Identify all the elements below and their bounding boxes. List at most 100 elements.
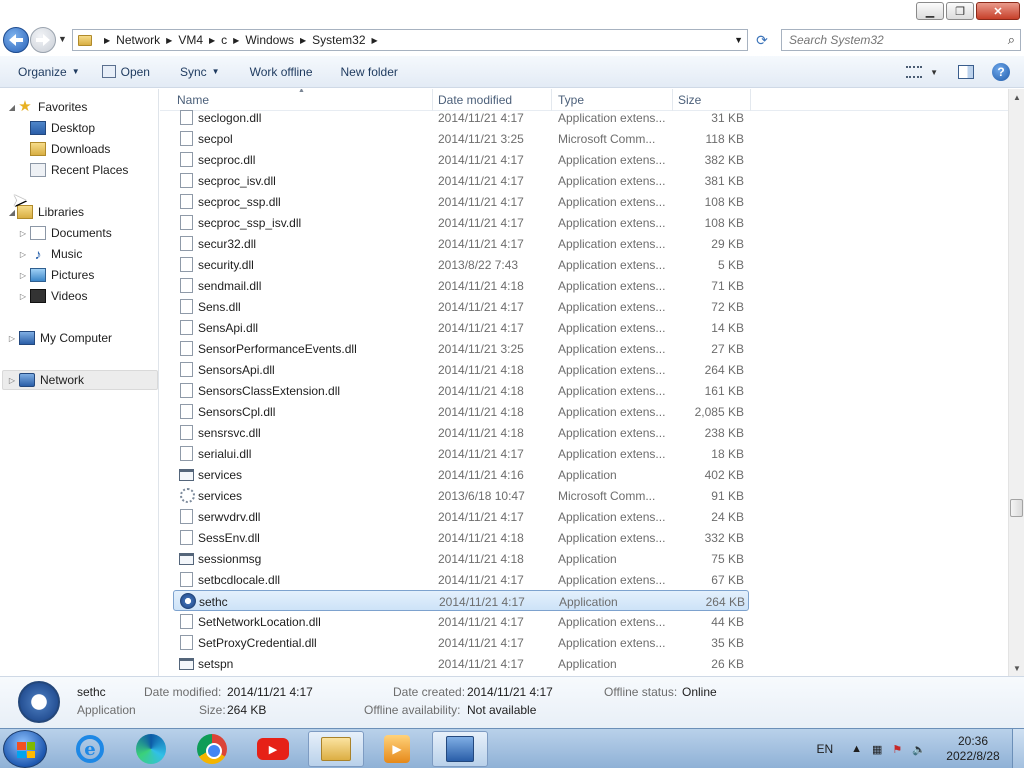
table-row[interactable]: SetNetworkLocation.dll 2014/11/21 4:17 App…: [173, 611, 749, 632]
start-button[interactable]: [3, 730, 47, 768]
table-row[interactable]: services 2013/6/18 10:47 Microsoft Comm...…: [173, 485, 749, 506]
column-size[interactable]: Size: [678, 93, 701, 107]
table-row[interactable]: SensorsCpl.dll 2014/11/21 4:18 Application…: [173, 401, 749, 422]
table-row-selected[interactable]: sethc 2014/11/21 4:17 Application 264 KB: [173, 590, 749, 611]
collapsed-triangle-icon[interactable]: ▷: [7, 334, 17, 343]
preview-pane-icon[interactable]: [958, 65, 974, 79]
table-row[interactable]: secpol 2014/11/21 3:25 Microsoft Comm... 11…: [173, 128, 749, 149]
nav-my-computer[interactable]: ▷ My Computer: [7, 328, 112, 348]
table-row[interactable]: secproc_ssp_isv.dll 2014/11/21 4:17 Applic…: [173, 212, 749, 233]
close-button[interactable]: ✕: [976, 2, 1020, 20]
column-divider[interactable]: [750, 89, 751, 111]
show-desktop-button[interactable]: [1012, 729, 1024, 768]
search-input[interactable]: [782, 30, 982, 50]
taskbar-chrome[interactable]: [184, 731, 240, 767]
collapsed-triangle-icon[interactable]: ▷: [18, 229, 28, 238]
nav-pictures[interactable]: ▷ Pictures: [18, 265, 94, 285]
address-bar[interactable]: ▶ Network ▶ VM4 ▶ c ▶ Windows ▶ System32…: [72, 29, 748, 51]
scroll-down-icon[interactable]: ▼: [1009, 660, 1024, 676]
back-button[interactable]: [3, 27, 29, 53]
nav-network[interactable]: ▷ Network: [2, 370, 158, 390]
nav-recent-places[interactable]: Recent Places: [30, 160, 128, 180]
collapsed-triangle-icon[interactable]: ▷: [18, 292, 28, 301]
change-view-icon[interactable]: [906, 66, 923, 78]
table-row[interactable]: SetProxyCredential.dll 2014/11/21 4:17 App…: [173, 632, 749, 653]
collapsed-triangle-icon[interactable]: ▷: [18, 271, 28, 280]
nav-downloads[interactable]: Downloads: [30, 139, 110, 159]
table-row[interactable]: sessionmsg 2014/11/21 4:18 Application 75 K…: [173, 548, 749, 569]
table-row[interactable]: sendmail.dll 2014/11/21 4:18 Application e…: [173, 275, 749, 296]
search-icon[interactable]: ⌕: [1008, 32, 1015, 48]
forward-button[interactable]: [30, 27, 56, 53]
refresh-icon[interactable]: ⟳: [752, 31, 772, 49]
open-button[interactable]: Open: [94, 60, 158, 84]
breadcrumb-vm4[interactable]: VM4: [178, 33, 203, 47]
chevron-right-icon[interactable]: ▶: [209, 36, 215, 45]
chevron-right-icon[interactable]: ▶: [104, 36, 110, 45]
breadcrumb-c[interactable]: c: [221, 33, 227, 47]
taskbar-internet-explorer[interactable]: e: [62, 731, 118, 767]
table-row[interactable]: SensApi.dll 2014/11/21 4:17 Application ex…: [173, 317, 749, 338]
table-row[interactable]: secur32.dll 2014/11/21 4:17 Application ex…: [173, 233, 749, 254]
table-row[interactable]: secproc_ssp.dll 2014/11/21 4:17 Applicatio…: [173, 191, 749, 212]
address-dropdown-icon[interactable]: ▼: [734, 35, 743, 45]
table-row[interactable]: SensorsClassExtension.dll 2014/11/21 4:18…: [173, 380, 749, 401]
nav-documents[interactable]: ▷ Documents: [18, 223, 112, 243]
action-center-icon[interactable]: ⚑: [892, 743, 902, 756]
taskbar-control-panel[interactable]: [432, 731, 488, 767]
maximize-button[interactable]: ❐: [946, 2, 974, 20]
taskbar-file-explorer[interactable]: [308, 731, 364, 767]
table-row[interactable]: secproc_isv.dll 2014/11/21 4:17 Applicatio…: [173, 170, 749, 191]
table-row[interactable]: seclogon.dll 2014/11/21 4:17 Application e…: [173, 107, 749, 128]
table-row[interactable]: SessEnv.dll 2014/11/21 4:18 Application ex…: [173, 527, 749, 548]
table-row[interactable]: sensrsvc.dll 2014/11/21 4:18 Application e…: [173, 422, 749, 443]
search-box[interactable]: ⌕: [781, 29, 1021, 51]
organize-button[interactable]: Organize ▼: [10, 60, 88, 84]
chevron-right-icon[interactable]: ▶: [300, 36, 306, 45]
new-folder-button[interactable]: New folder: [333, 60, 406, 84]
table-row[interactable]: secproc.dll 2014/11/21 4:17 Application ex…: [173, 149, 749, 170]
column-date-modified[interactable]: Date modified: [438, 93, 512, 107]
collapsed-triangle-icon[interactable]: ▷: [7, 376, 17, 385]
nav-favorites[interactable]: ◢ ★ Favorites: [0, 97, 87, 117]
column-name[interactable]: Name: [177, 93, 209, 107]
table-row[interactable]: SensorsApi.dll 2014/11/21 4:18 Application…: [173, 359, 749, 380]
sync-button[interactable]: Sync ▼: [172, 60, 228, 84]
breadcrumb-network[interactable]: Network: [116, 33, 160, 47]
nav-desktop[interactable]: Desktop: [30, 118, 95, 138]
table-row[interactable]: security.dll 2013/8/22 7:43 Application ex…: [173, 254, 749, 275]
table-row[interactable]: setspn 2014/11/21 4:17 Application 26 KB: [173, 653, 749, 674]
network-status-icon[interactable]: ▦: [872, 743, 882, 756]
taskbar-youtube[interactable]: ▶: [245, 731, 301, 767]
language-indicator[interactable]: EN: [816, 742, 833, 756]
chevron-right-icon[interactable]: ▶: [233, 36, 239, 45]
work-offline-button[interactable]: Work offline: [242, 60, 321, 84]
chevron-right-icon[interactable]: ▶: [372, 36, 378, 45]
scroll-up-icon[interactable]: ▲: [1009, 89, 1024, 105]
vertical-scrollbar[interactable]: ▲ ▼: [1008, 89, 1024, 676]
scroll-thumb[interactable]: [1010, 499, 1023, 517]
expanded-triangle-icon[interactable]: ◢: [7, 103, 17, 112]
clock[interactable]: 20:36 2022/8/28: [942, 734, 1004, 764]
minimize-button[interactable]: ▁: [916, 2, 944, 20]
help-icon[interactable]: ?: [992, 63, 1010, 81]
column-type[interactable]: Type: [558, 93, 584, 107]
volume-icon[interactable]: 🔈: [912, 743, 926, 756]
breadcrumb-windows[interactable]: Windows: [245, 33, 294, 47]
table-row[interactable]: services 2014/11/21 4:16 Application 402 KB: [173, 464, 749, 485]
nav-music[interactable]: ▷ ♪ Music: [18, 244, 82, 264]
table-row[interactable]: SensorPerformanceEvents.dll 2014/11/21 3:…: [173, 338, 749, 359]
nav-videos[interactable]: ▷ Videos: [18, 286, 87, 306]
collapsed-triangle-icon[interactable]: ▷: [18, 250, 28, 259]
table-row[interactable]: Sens.dll 2014/11/21 4:17 Application exten…: [173, 296, 749, 317]
show-hidden-icons-icon[interactable]: ▲: [851, 743, 862, 755]
chevron-down-icon[interactable]: ▼: [930, 68, 938, 77]
taskbar-media-player[interactable]: ▶: [369, 731, 425, 767]
taskbar-edge[interactable]: [123, 731, 179, 767]
table-row[interactable]: setbcdlocale.dll 2014/11/21 4:17 Applicati…: [173, 569, 749, 590]
table-row[interactable]: serwvdrv.dll 2014/11/21 4:17 Application e…: [173, 506, 749, 527]
chevron-right-icon[interactable]: ▶: [166, 36, 172, 45]
table-row[interactable]: serialui.dll 2014/11/21 4:17 Application e…: [173, 443, 749, 464]
recent-pages-dropdown-icon[interactable]: ▼: [58, 34, 67, 44]
breadcrumb-system32[interactable]: System32: [312, 33, 365, 47]
